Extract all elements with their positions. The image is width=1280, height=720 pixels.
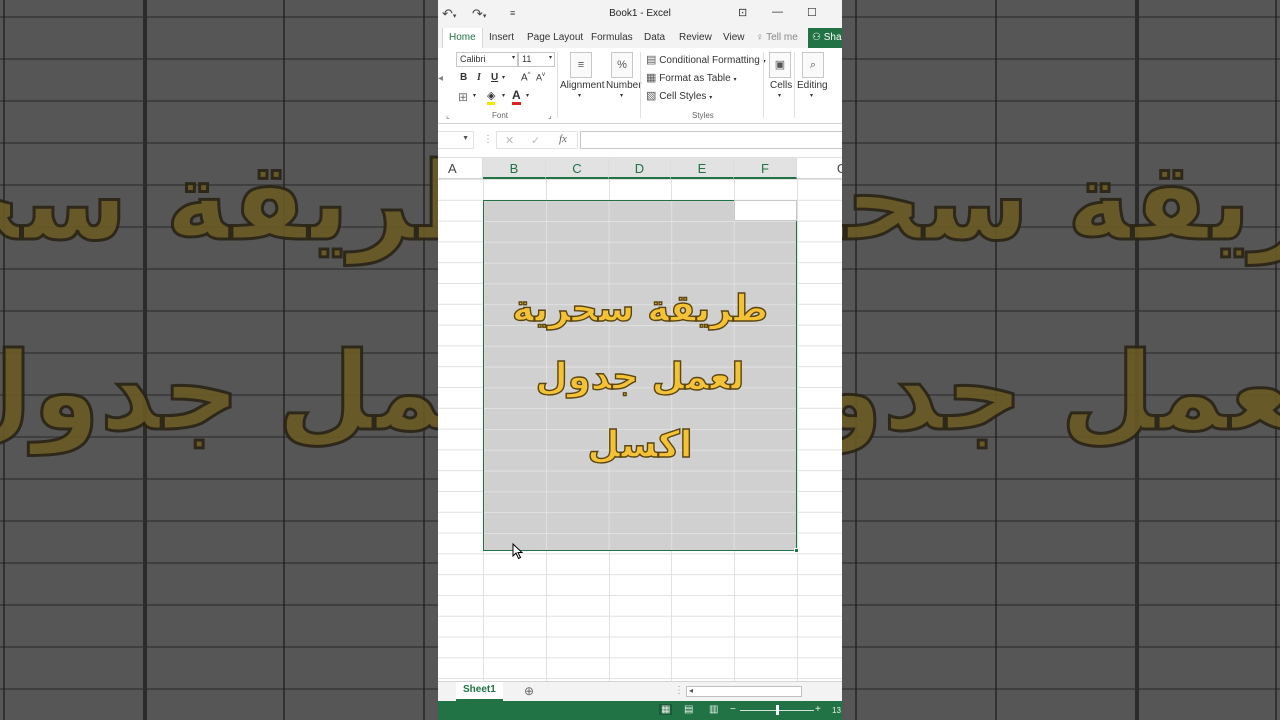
zoom-out-icon[interactable]: − [730, 704, 736, 715]
bold-button[interactable]: B [460, 72, 467, 83]
share-button[interactable]: ⚇ Sha [808, 28, 842, 48]
column-header-c[interactable]: C [546, 158, 609, 179]
tab-formulas[interactable]: Formulas [591, 32, 633, 43]
insert-function-icon[interactable]: fx [559, 133, 567, 145]
cells-icon[interactable]: ▣ [769, 52, 791, 78]
editing-button[interactable]: Editing [797, 80, 828, 91]
styles-group-label: Styles [692, 111, 714, 120]
cell-styles-button[interactable]: ▧ Cell Styles ▾ [646, 89, 712, 102]
underline-button[interactable]: U [491, 72, 498, 83]
font-group-label: Font [492, 111, 509, 120]
font-color-icon[interactable]: A [512, 88, 521, 105]
shrink-font-button[interactable]: Av [536, 72, 545, 83]
active-cell[interactable] [734, 200, 797, 221]
font-size-box[interactable]: 11 ▾ [518, 52, 555, 67]
background-title-line1: طريقة سحرية [0, 139, 438, 267]
search-icon[interactable]: ⌕ [802, 52, 824, 78]
video-frame: طريقة سحرية لعمل جدول طريقة سحرية لعمل ج… [0, 0, 1280, 720]
confirm-entry-icon[interactable]: ✓ [531, 134, 540, 147]
cancel-entry-icon[interactable]: ✕ [505, 134, 514, 147]
fill-color-icon[interactable]: ◈ [487, 89, 496, 105]
conditional-formatting-button[interactable]: ▤ Conditional Formatting ▾ [646, 53, 766, 66]
table-icon: ▦ [646, 72, 657, 84]
sheet-tab-bar: Sheet1 ⊕ ⋮ ◂ [438, 681, 842, 701]
ribbon-display-icon[interactable]: ⊡ [738, 6, 747, 19]
cells-button[interactable]: Cells [770, 80, 792, 91]
tab-page-layout[interactable]: Page Layout [527, 32, 583, 43]
number-button[interactable]: Number [606, 80, 642, 91]
formula-bar: ▼ ⋮ ✕ ✓ fx [438, 124, 842, 158]
new-sheet-icon[interactable]: ⊕ [524, 684, 534, 698]
column-header-a[interactable]: A [438, 158, 483, 179]
sheet-tab-sheet1[interactable]: Sheet1 [456, 682, 503, 701]
background-title-line2-right: لعمل جدول [842, 329, 1280, 457]
fill-handle[interactable] [794, 548, 799, 553]
zoom-level[interactable]: 13 [832, 706, 841, 715]
tab-view[interactable]: View [723, 32, 745, 43]
blurred-background-right: طريقة سحرية لعمل جدول [842, 0, 1280, 720]
move-cursor-icon [512, 543, 524, 560]
format-as-table-button[interactable]: ▦ Format as Table ▾ [646, 71, 737, 84]
status-bar: ▦ ▤ ▥ − + 13 [438, 701, 842, 720]
blurred-background-left: طريقة سحرية لعمل جدول [0, 0, 438, 720]
ribbon-tabs: Home Insert Page Layout Formulas Data Re… [438, 28, 842, 48]
tell-me-search[interactable]: ♀ Tell me [756, 32, 798, 43]
worksheet-grid[interactable]: طريقة سحرية لعمل جدول اكسل [438, 179, 842, 681]
overlay-title-line3: اكسل [587, 422, 693, 466]
zoom-in-icon[interactable]: + [815, 704, 821, 715]
cell-styles-icon: ▧ [646, 90, 657, 102]
font-dialog-launcher-icon[interactable]: ⌟ [548, 111, 552, 120]
italic-button[interactable]: I [477, 72, 481, 83]
underline-dropdown-icon[interactable]: ▾ [502, 74, 505, 81]
lightbulb-icon: ♀ [756, 32, 764, 43]
overlay-title-line2: لعمل جدول [535, 354, 745, 398]
grow-font-button[interactable]: A^ [521, 72, 531, 83]
background-title-line2: لعمل جدول [0, 329, 438, 457]
font-name-box[interactable]: Calibri ▾ [456, 52, 518, 67]
page-layout-view-icon[interactable]: ▤ [684, 704, 693, 715]
column-header-e[interactable]: E [671, 158, 734, 179]
horizontal-scrollbar[interactable]: ◂ [686, 686, 802, 697]
scroll-left-icon: ◂ [689, 686, 694, 695]
column-header-d[interactable]: D [609, 158, 671, 179]
background-title-line1-right: طريقة سحرية [842, 139, 1280, 267]
alignment-button[interactable]: Alignment [560, 80, 604, 91]
title-bar: ↶▾ ↷▾ ≡ Book1 - Excel ⊡ — ☐ [438, 0, 842, 28]
tab-insert[interactable]: Insert [489, 32, 514, 43]
column-header-b[interactable]: B [483, 158, 546, 179]
clipboard-group-stub: ◂ [438, 73, 444, 84]
alignment-icon[interactable]: ≡ [570, 52, 592, 78]
zoom-slider-thumb[interactable] [776, 705, 779, 715]
borders-icon[interactable]: ⊞ [458, 90, 468, 104]
overlay-title-line1: طريقة سحرية [511, 286, 769, 330]
column-header-g[interactable]: G [797, 158, 842, 179]
column-headers: A B C D E F G [438, 158, 842, 179]
excel-window: ↶▾ ↷▾ ≡ Book1 - Excel ⊡ — ☐ Home Insert … [438, 0, 842, 720]
conditional-formatting-icon: ▤ [646, 54, 657, 66]
formula-input[interactable] [580, 131, 842, 149]
person-icon: ⚇ [812, 32, 821, 43]
name-box[interactable]: ▼ [438, 131, 474, 149]
column-header-f[interactable]: F [734, 158, 797, 179]
tab-home[interactable]: Home [442, 28, 483, 48]
number-format-icon[interactable]: % [611, 52, 633, 78]
minimize-icon[interactable]: — [772, 6, 783, 18]
tab-review[interactable]: Review [679, 32, 712, 43]
normal-view-icon[interactable]: ▦ [659, 704, 673, 715]
tab-data[interactable]: Data [644, 32, 665, 43]
page-break-view-icon[interactable]: ▥ [709, 704, 718, 715]
ribbon-home: ◂ Calibri ▾ 11 ▾ B I U ▾ A^ Av ⊞ ▾ ◈ ▾ A ▾… [438, 48, 842, 124]
maximize-icon[interactable]: ☐ [807, 6, 817, 19]
